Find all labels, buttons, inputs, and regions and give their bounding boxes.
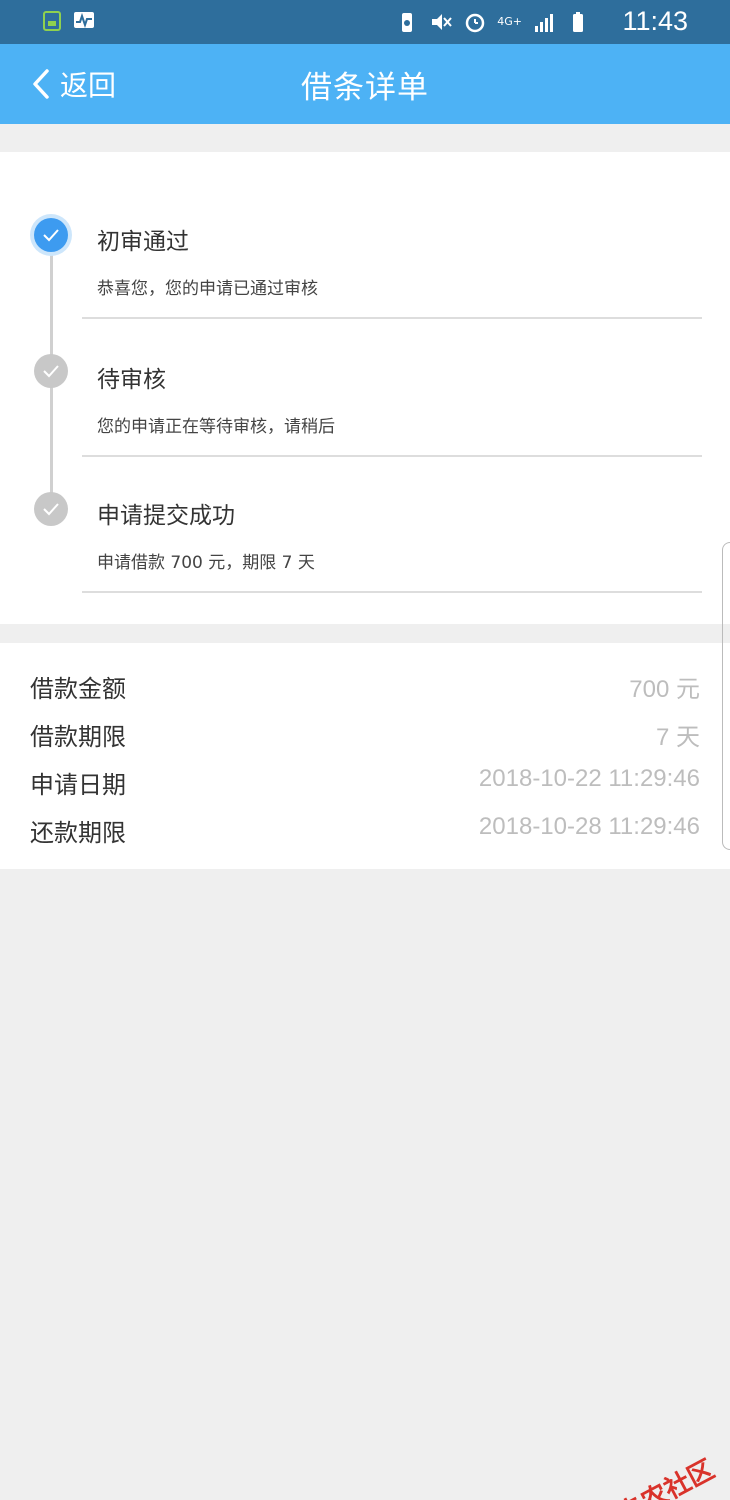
nav-bar: 返回 借条详单 — [0, 44, 730, 124]
signal-icon — [535, 14, 553, 32]
alarm-icon — [466, 13, 485, 33]
battery-saver-icon — [402, 13, 413, 32]
4g-icon: 4G+ — [497, 15, 522, 28]
step-title: 待审核 — [97, 367, 166, 393]
detail-value: 700 元 — [629, 676, 700, 703]
detail-value: 7 天 — [655, 724, 700, 751]
divider — [82, 455, 702, 457]
step-title: 初审通过 — [97, 229, 189, 255]
timeline-step-approved: 初审通过 恭喜您，您的申请已通过审核 — [0, 214, 730, 352]
sim-card-icon — [43, 11, 61, 31]
status-time: 11:43 — [622, 6, 688, 36]
status-timeline: 初审通过 恭喜您，您的申请已通过审核 待审核 您的申请正在等待审核，请稍后 申请… — [0, 152, 730, 624]
detail-row-apply-date: 申请日期 2018-10-22 11:29:46 — [0, 757, 730, 805]
detail-value: 2018-10-22 11:29:46 — [478, 765, 700, 792]
detail-value: 2018-10-28 11:29:46 — [478, 813, 700, 840]
detail-label: 申请日期 — [30, 771, 126, 799]
step-description: 申请借款 700 元，期限 7 天 — [97, 553, 315, 573]
check-circle-icon — [34, 354, 68, 388]
loan-details: 借款金额 700 元 借款期限 7 天 申请日期 2018-10-22 11:2… — [0, 643, 730, 869]
detail-label: 借款金额 — [30, 675, 126, 703]
step-description: 您的申请正在等待审核，请稍后 — [97, 417, 335, 437]
activity-icon — [74, 12, 94, 29]
timeline-step-submitted: 申请提交成功 申请借款 700 元，期限 7 天 — [0, 490, 730, 628]
page-title: 借条详单 — [301, 70, 429, 106]
step-title: 申请提交成功 — [97, 503, 235, 529]
detail-row-repay-date: 还款期限 2018-10-28 11:29:46 — [0, 805, 730, 853]
mute-icon — [432, 14, 453, 30]
edge-handle[interactable] — [722, 542, 730, 850]
watermark-text: 卡农社区 — [613, 1454, 720, 1500]
divider — [82, 591, 702, 593]
detail-label: 借款期限 — [30, 723, 126, 751]
battery-icon — [573, 12, 583, 32]
detail-row-term: 借款期限 7 天 — [0, 709, 730, 757]
divider — [82, 317, 702, 319]
status-bar: 4G+ 11:43 — [0, 0, 730, 44]
step-description: 恭喜您，您的申请已通过审核 — [97, 279, 318, 299]
watermark: 卡农社区 — [584, 1449, 720, 1500]
detail-label: 还款期限 — [30, 819, 126, 847]
check-circle-icon — [34, 492, 68, 526]
timeline-step-pending-review: 待审核 您的申请正在等待审核，请稍后 — [0, 352, 730, 490]
detail-row-amount: 借款金额 700 元 — [0, 661, 730, 709]
check-circle-icon — [34, 218, 68, 252]
